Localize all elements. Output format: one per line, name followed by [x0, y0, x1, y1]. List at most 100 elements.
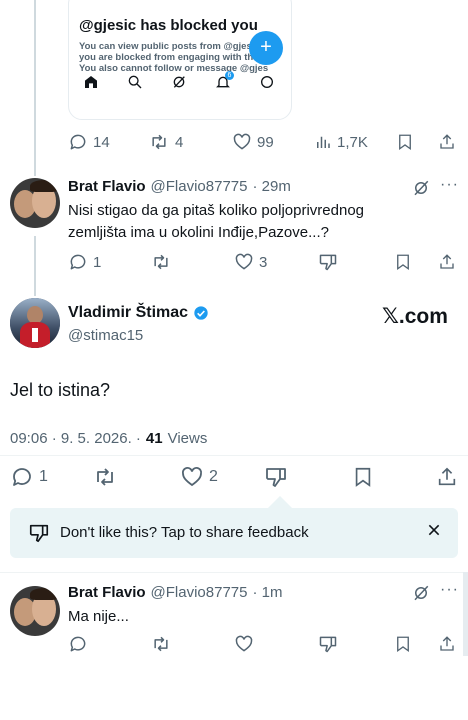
reply2-author-handle[interactable]: @Flavio87775 — [151, 584, 248, 601]
reply1-grok-icon[interactable] — [412, 179, 430, 202]
main-tweet-views-count: 41 — [145, 430, 163, 447]
divider — [0, 572, 468, 573]
repost-icon — [154, 254, 168, 270]
reply-icon — [13, 468, 31, 486]
main-repost-button[interactable] — [92, 465, 118, 489]
card-bottom-nav: 6 — [69, 69, 291, 97]
reply1-like-count: 3 — [259, 253, 268, 271]
heart-icon — [233, 133, 251, 150]
divider — [0, 455, 468, 456]
reply1-like-button[interactable]: 3 — [234, 252, 267, 272]
reply2-text: Ma nije... — [68, 608, 129, 625]
main-tweet-timestamp[interactable]: 09:06 · 9. 5. 2026. · — [10, 430, 141, 447]
reply1-dislike-button[interactable] — [318, 252, 338, 272]
main-tweet-meta: 09:06 · 9. 5. 2026. · 41 Views — [10, 430, 207, 447]
grok-icon — [171, 74, 187, 95]
reply-icon — [70, 636, 86, 652]
repost-icon — [97, 468, 113, 486]
main-like-count: 2 — [209, 468, 218, 485]
reply2-dislike-button[interactable] — [318, 634, 338, 654]
bookmark-icon — [355, 467, 371, 487]
reply1-header: Brat Flavio @Flavio87775 · 29m — [68, 178, 291, 195]
thumbs-down-icon — [319, 636, 337, 653]
share-button[interactable] — [438, 132, 456, 152]
reply1-text-line2: zemljišta ima u okolini Inđije,Pazove...… — [68, 224, 329, 241]
reply-icon — [70, 254, 86, 270]
reply2-bookmark-button[interactable] — [394, 634, 412, 654]
reply1-bookmark-button[interactable] — [394, 252, 412, 272]
reply2-share-button[interactable] — [438, 634, 456, 654]
reply1-repost-button[interactable] — [150, 252, 172, 272]
home-icon — [83, 74, 99, 95]
avatar-vladimir-stimac[interactable] — [10, 298, 60, 348]
reply-icon — [70, 134, 86, 150]
reply2-like-button[interactable] — [234, 634, 254, 654]
share-icon — [438, 467, 456, 486]
reply1-author-handle[interactable]: @Flavio87775 — [151, 178, 248, 195]
blocked-card-title: @gjesic has blocked you — [79, 17, 258, 34]
scrollbar[interactable] — [463, 572, 468, 656]
reply2-time[interactable]: · 1m — [252, 584, 282, 601]
reply-button[interactable]: 14 — [68, 132, 110, 152]
main-tweet-name-row: Vladimir Štimac — [68, 304, 209, 322]
heart-icon — [182, 467, 202, 487]
reply1-time[interactable]: · 29m — [252, 178, 290, 195]
main-bookmark-button[interactable] — [352, 465, 374, 489]
reply1-reply-count: 1 — [93, 253, 102, 271]
reply2-grok-icon[interactable] — [412, 584, 430, 607]
main-reply-count: 1 — [39, 468, 48, 485]
reply-count: 14 — [93, 133, 110, 151]
repost-icon — [154, 636, 168, 652]
search-icon — [127, 74, 143, 95]
feedback-pointer — [268, 496, 292, 508]
bookmark-button[interactable] — [396, 132, 414, 152]
feedback-banner[interactable]: Don't like this? Tap to share feedback — [10, 508, 458, 558]
share-icon — [440, 254, 454, 269]
repost-count: 4 — [175, 133, 184, 151]
reply2-reply-button[interactable] — [68, 634, 88, 654]
reply2-author-name[interactable]: Brat Flavio — [68, 584, 146, 601]
reply2-repost-button[interactable] — [150, 634, 172, 654]
bookmark-icon — [397, 636, 409, 653]
like-button[interactable]: 99 — [232, 132, 274, 152]
heart-icon — [235, 253, 253, 270]
main-share-button[interactable] — [436, 465, 458, 489]
reply1-text-line1: Nisi stigao da ga pitaš koliko poljopriv… — [68, 202, 365, 219]
messages-icon — [259, 74, 275, 95]
views-icon — [317, 136, 330, 148]
views-count: 1,7K — [337, 133, 368, 151]
main-tweet-author-name[interactable]: Vladimir Štimac — [68, 304, 188, 322]
thread-line-top — [34, 0, 36, 176]
avatar-brat-flavio[interactable] — [10, 178, 60, 228]
views-button[interactable]: 1,7K — [314, 132, 368, 152]
bookmark-icon — [399, 134, 411, 151]
reply1-reply-button[interactable]: 1 — [68, 252, 101, 272]
main-reply-button[interactable]: 1 — [10, 465, 48, 489]
repost-button[interactable]: 4 — [148, 132, 183, 152]
notification-badge: 6 — [225, 71, 234, 80]
main-tweet-text: Jel to istina? — [10, 380, 111, 400]
compose-fab: + — [249, 31, 283, 65]
blocked-card: @gjesic has blocked you You can view pub… — [68, 0, 292, 120]
bookmark-icon — [397, 254, 409, 271]
main-tweet-author-handle[interactable]: @stimac15 — [68, 327, 143, 344]
close-icon[interactable] — [426, 522, 442, 543]
thumbs-down-icon — [319, 254, 337, 271]
main-tweet-views-label: Views — [167, 430, 208, 447]
share-icon — [440, 636, 454, 651]
reply1-share-button[interactable] — [438, 252, 456, 272]
reply2-header: Brat Flavio @Flavio87775 · 1m — [68, 584, 282, 601]
thread-line-reply1 — [34, 236, 36, 296]
main-like-button[interactable]: 2 — [180, 465, 218, 489]
feedback-text: Don't like this? Tap to share feedback — [60, 524, 309, 541]
reply2-more-icon[interactable]: ··· — [440, 581, 459, 599]
main-dislike-button[interactable] — [264, 465, 288, 489]
reply1-author-name[interactable]: Brat Flavio — [68, 178, 146, 195]
repost-icon — [152, 134, 166, 150]
avatar-brat-flavio[interactable] — [10, 586, 60, 636]
thumbs-down-icon — [29, 524, 49, 543]
x-com-watermark: 𝕏.com — [382, 305, 448, 328]
heart-icon — [235, 635, 253, 652]
thumbs-down-icon — [266, 468, 286, 487]
reply1-more-icon[interactable]: ··· — [440, 176, 459, 194]
